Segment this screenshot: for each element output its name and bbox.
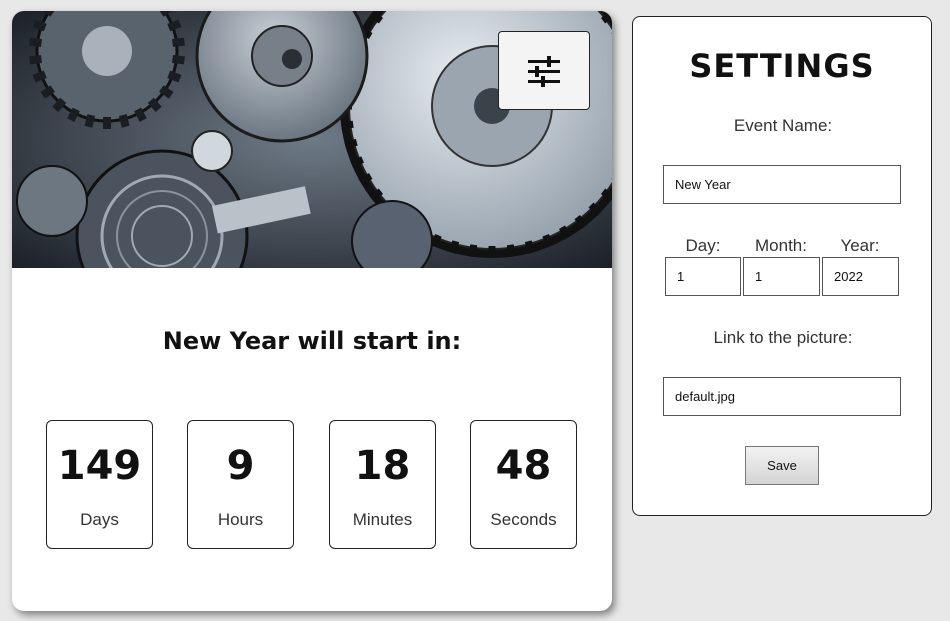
- save-button[interactable]: Save: [745, 446, 819, 485]
- picture-link-label: Link to the picture:: [713, 328, 853, 347]
- year-input[interactable]: [822, 257, 899, 296]
- settings-title: SETTINGS: [689, 47, 875, 85]
- seconds-label: Seconds: [490, 510, 557, 529]
- seconds-value: 48: [495, 443, 552, 489]
- year-label: Year:: [840, 236, 880, 255]
- hours-label: Hours: [217, 510, 264, 529]
- day-label: Day:: [685, 236, 721, 255]
- seconds-box: 48 Seconds: [470, 420, 577, 549]
- settings-panel: SETTINGS Event Name: Day: Month: Year: L…: [632, 16, 932, 516]
- settings-toggle-button[interactable]: [498, 31, 590, 110]
- hours-box: 9 Hours: [187, 420, 294, 549]
- event-name-input[interactable]: [663, 165, 901, 204]
- event-name-label: Event Name:: [733, 116, 833, 135]
- hours-value: 9: [226, 443, 255, 489]
- minutes-box: 18 Minutes: [329, 420, 436, 549]
- month-label: Month:: [755, 236, 807, 255]
- minutes-value: 18: [354, 443, 411, 489]
- picture-link-input[interactable]: [663, 377, 901, 416]
- days-box: 149 Days: [46, 420, 153, 549]
- countdown-heading: New Year will start in:: [162, 327, 462, 355]
- countdown-card: New Year will start in: 149 Days 9 Hours…: [12, 11, 612, 611]
- month-input[interactable]: [743, 257, 820, 296]
- days-value: 149: [57, 443, 142, 489]
- sliders-icon: [526, 55, 562, 87]
- day-input[interactable]: [665, 257, 741, 296]
- hero-image: [12, 11, 612, 268]
- minutes-label: Minutes: [352, 510, 413, 529]
- days-label: Days: [80, 510, 119, 529]
